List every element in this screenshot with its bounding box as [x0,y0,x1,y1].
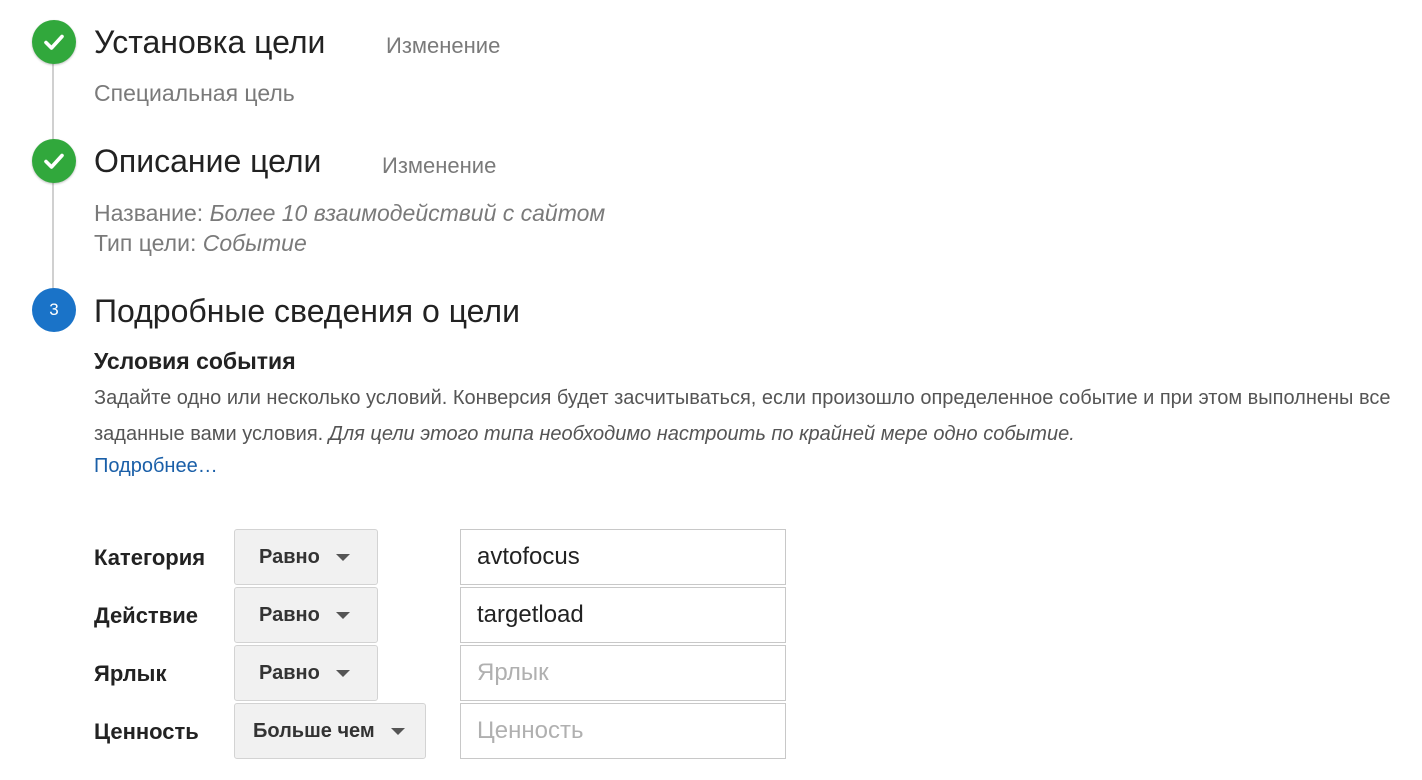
step-2-edit-link[interactable]: Изменение [382,153,496,179]
event-conditions-description: Задайте одно или несколько условий. Конв… [94,380,1394,452]
value-operator-value: Больше чем [253,719,375,742]
category-value-input[interactable] [460,529,786,585]
action-label: Действие [94,603,198,628]
goal-type-label: Тип цели: [94,230,197,256]
event-label-input[interactable] [460,645,786,701]
caret-down-icon [335,611,350,619]
category-label: Категория [94,545,206,570]
event-value-input[interactable] [460,703,786,759]
caret-down-icon [335,553,350,561]
caret-down-icon [390,727,405,735]
event-label-operator-dropdown[interactable]: Равно [234,645,378,701]
step-1-title: Установка цели [94,24,326,60]
step-3-title: Подробные сведения о цели [94,293,520,329]
step-2-title: Описание цели [94,143,322,179]
event-conditions-heading: Условия события [94,348,296,374]
goal-name-value: Более 10 взаимодействий с сайтом [209,200,606,226]
step-timeline-line [52,58,54,320]
value-label: Ценность [94,719,199,744]
check-icon [44,34,64,50]
action-operator-dropdown[interactable]: Равно [234,587,378,643]
step-1-edit-link[interactable]: Изменение [386,33,500,59]
action-value-input[interactable] [460,587,786,643]
step-3-number-badge: 3 [32,288,76,332]
learn-more-link[interactable]: Подробнее… [94,455,218,478]
goal-name-summary: Название: Более 10 взаимодействий с сайт… [94,200,605,227]
event-label-label: Ярлык [94,661,167,686]
goal-type-value: Событие [202,230,307,256]
event-label-operator-value: Равно [259,661,320,684]
description-note: Для цели этого типа необходимо настроить… [328,423,1075,445]
step-2-check-icon [32,139,76,183]
action-operator-value: Равно [259,603,320,626]
category-operator-value: Равно [259,545,320,568]
check-icon [44,153,64,169]
goal-type-summary: Тип цели: Событие [94,230,307,257]
category-operator-dropdown[interactable]: Равно [234,529,378,585]
step-1-check-icon [32,20,76,64]
goal-name-label: Название: [94,200,204,226]
caret-down-icon [335,669,350,677]
step-1-summary: Специальная цель [94,80,295,106]
value-operator-dropdown[interactable]: Больше чем [234,703,426,759]
